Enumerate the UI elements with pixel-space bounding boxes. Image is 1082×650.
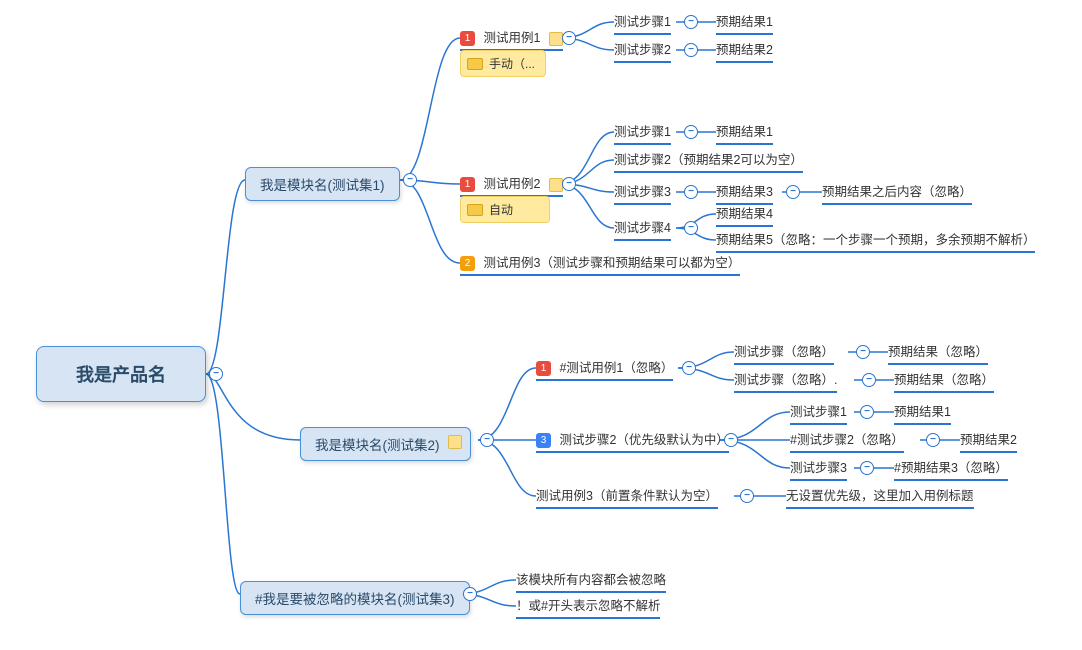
note-icon xyxy=(448,435,462,449)
ignore-note-1[interactable]: 该模块所有内容都会被忽略 xyxy=(516,569,666,593)
tag-icon xyxy=(467,204,483,216)
note-icon xyxy=(549,32,563,46)
tag-icon xyxy=(467,58,483,70)
collapse-icon[interactable] xyxy=(860,405,874,419)
result-b3[interactable]: 预期结果3 xyxy=(716,181,773,205)
priority-badge: 1 xyxy=(460,31,475,46)
module-1-label: 我是模块名(测试集1) xyxy=(260,178,385,193)
collapse-icon[interactable] xyxy=(860,461,874,475)
collapse-icon[interactable] xyxy=(684,15,698,29)
test-case-6[interactable]: 测试用例3（前置条件默认为空） xyxy=(536,485,718,509)
step-b1[interactable]: 测试步骤1 xyxy=(614,121,671,145)
collapse-icon[interactable] xyxy=(926,433,940,447)
collapse-icon[interactable] xyxy=(463,587,477,601)
test-case-3[interactable]: 2 测试用例3（测试步骤和预期结果可以都为空） xyxy=(460,252,740,276)
tag-auto[interactable]: 自动 xyxy=(460,196,550,223)
tag-auto-label: 自动 xyxy=(489,201,513,218)
step-b3[interactable]: 测试步骤3 xyxy=(614,181,671,205)
tc3-label: 测试用例3（测试步骤和预期结果可以都为空） xyxy=(483,256,740,270)
step-b4[interactable]: 测试步骤4 xyxy=(614,217,671,241)
priority-badge: 3 xyxy=(536,433,551,448)
tc6-label: 测试用例3（前置条件默认为空） xyxy=(536,489,718,503)
tc5-label: 测试步骤2（优先级默认为中） xyxy=(559,433,728,447)
collapse-icon[interactable] xyxy=(740,489,754,503)
step-d3[interactable]: 测试步骤3 xyxy=(790,457,847,481)
step-a1[interactable]: 测试步骤1 xyxy=(614,11,671,35)
note-icon xyxy=(549,178,563,192)
priority-badge: 2 xyxy=(460,256,475,271)
root-node[interactable]: 我是产品名 xyxy=(36,346,206,402)
ignore-note-2[interactable]: ！或#开头表示忽略不解析 xyxy=(516,595,660,619)
collapse-icon[interactable] xyxy=(562,177,576,191)
result-c1[interactable]: 预期结果（忽略） xyxy=(888,341,988,365)
tc1-label: 测试用例1 xyxy=(483,31,540,45)
result-d2[interactable]: 预期结果2 xyxy=(960,429,1017,453)
test-case-4[interactable]: 1 #测试用例1（忽略） xyxy=(536,357,673,381)
step-b2[interactable]: 测试步骤2（预期结果2可以为空） xyxy=(614,149,803,173)
step-d1[interactable]: 测试步骤1 xyxy=(790,401,847,425)
result-d3[interactable]: #预期结果3（忽略） xyxy=(894,457,1008,481)
collapse-icon[interactable] xyxy=(480,433,494,447)
priority-badge: 1 xyxy=(536,361,551,376)
collapse-icon[interactable] xyxy=(786,185,800,199)
step-c2[interactable]: 测试步骤（忽略）. xyxy=(734,369,837,393)
result-d1[interactable]: 预期结果1 xyxy=(894,401,951,425)
step-c1[interactable]: 测试步骤（忽略） xyxy=(734,341,834,365)
priority-badge: 1 xyxy=(460,177,475,192)
module-3[interactable]: #我是要被忽略的模块名(测试集3) xyxy=(240,581,470,615)
tc4-label: #测试用例1（忽略） xyxy=(559,361,673,375)
result-a2[interactable]: 预期结果2 xyxy=(716,39,773,63)
collapse-icon[interactable] xyxy=(684,125,698,139)
test-case-5[interactable]: 3 测试步骤2（优先级默认为中） xyxy=(536,429,729,453)
connectors xyxy=(0,0,1082,650)
result-c2[interactable]: 预期结果（忽略） xyxy=(894,369,994,393)
collapse-icon[interactable] xyxy=(682,361,696,375)
collapse-icon[interactable] xyxy=(209,367,223,381)
root-label: 我是产品名 xyxy=(76,361,166,387)
result-b4-1[interactable]: 预期结果4 xyxy=(716,203,773,227)
tag-manual-label: 手动（... xyxy=(489,55,535,72)
module-2[interactable]: 我是模块名(测试集2) xyxy=(300,427,471,461)
collapse-icon[interactable] xyxy=(562,31,576,45)
step-d2[interactable]: #测试步骤2（忽略） xyxy=(790,429,904,453)
collapse-icon[interactable] xyxy=(684,43,698,57)
tc2-label: 测试用例2 xyxy=(483,177,540,191)
module-2-label: 我是模块名(测试集2) xyxy=(315,438,440,453)
tag-manual[interactable]: 手动（... xyxy=(460,50,546,77)
tc6-right[interactable]: 无设置优先级，这里加入用例标题 xyxy=(786,485,974,509)
test-case-1[interactable]: 1 测试用例1 xyxy=(460,27,563,51)
result-b1[interactable]: 预期结果1 xyxy=(716,121,773,145)
test-case-2[interactable]: 1 测试用例2 xyxy=(460,173,563,197)
result-b3-extra[interactable]: 预期结果之后内容（忽略） xyxy=(822,181,972,205)
result-b4-2[interactable]: 预期结果5（忽略：一个步骤一个预期，多余预期不解析） xyxy=(716,229,1035,253)
collapse-icon[interactable] xyxy=(862,373,876,387)
result-a1[interactable]: 预期结果1 xyxy=(716,11,773,35)
collapse-icon[interactable] xyxy=(684,185,698,199)
collapse-icon[interactable] xyxy=(856,345,870,359)
collapse-icon[interactable] xyxy=(724,433,738,447)
collapse-icon[interactable] xyxy=(684,221,698,235)
step-a2[interactable]: 测试步骤2 xyxy=(614,39,671,63)
module-1[interactable]: 我是模块名(测试集1) xyxy=(245,167,400,201)
collapse-icon[interactable] xyxy=(403,173,417,187)
module-3-label: #我是要被忽略的模块名(测试集3) xyxy=(255,592,455,607)
